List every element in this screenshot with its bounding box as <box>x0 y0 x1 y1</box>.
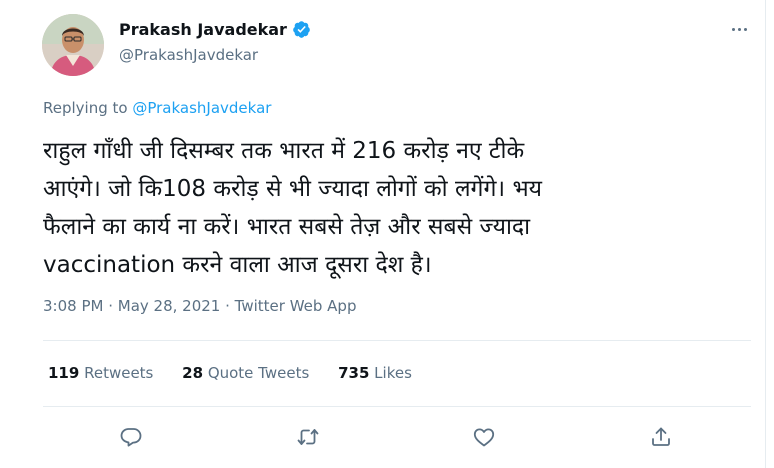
tweet-source-link[interactable]: Twitter Web App <box>235 297 357 315</box>
retweets-stat[interactable]: 119 Retweets <box>48 364 153 382</box>
replying-handle-link[interactable]: @PrakashJavdekar <box>132 99 271 117</box>
share-button[interactable] <box>644 420 678 454</box>
tweet-date-link[interactable]: May 28, 2021 <box>118 297 221 315</box>
retweet-button[interactable] <box>291 420 325 454</box>
author-name[interactable]: Prakash Javadekar <box>119 20 311 39</box>
reply-button[interactable] <box>114 420 148 454</box>
retweets-count: 119 <box>48 364 80 382</box>
tweet-meta: 3:08 PM · May 28, 2021 · Twitter Web App <box>43 297 356 315</box>
quote-tweets-stat[interactable]: 28 Quote Tweets <box>182 364 309 382</box>
quote-tweets-count: 28 <box>182 364 204 382</box>
divider <box>43 340 751 341</box>
likes-count: 735 <box>338 364 370 382</box>
tweet-text: राहुल गाँधी जी दिसम्बर तक भारत में 216 क… <box>43 132 723 284</box>
avatar-image <box>42 14 104 76</box>
likes-label: Likes <box>374 364 412 382</box>
quote-tweets-label: Quote Tweets <box>207 364 310 382</box>
tweet-line: vaccination करने वाला आज दूसरा देश है। <box>43 252 432 278</box>
retweet-icon <box>297 429 319 445</box>
avatar[interactable] <box>42 14 104 76</box>
retweets-label: Retweets <box>84 364 154 382</box>
like-button[interactable] <box>467 420 501 454</box>
more-icon[interactable] <box>728 18 750 40</box>
tweet-stats: 119 Retweets 28 Quote Tweets 735 Likes <box>48 364 436 382</box>
tweet-line: फैलाने का कार्य ना करें। भारत सबसे तेज़ … <box>43 214 531 240</box>
likes-stat[interactable]: 735 Likes <box>338 364 412 382</box>
tweet-line: राहुल गाँधी जी दिसम्बर तक भारत में 216 क… <box>43 138 525 164</box>
verified-badge-icon <box>293 21 310 38</box>
tweet-actions <box>0 420 774 454</box>
column-border <box>765 0 766 468</box>
tweet-time-link[interactable]: 3:08 PM <box>43 297 103 315</box>
replying-to: Replying to @PrakashJavdekar <box>43 99 271 117</box>
share-icon <box>652 427 670 446</box>
reply-icon <box>120 428 142 447</box>
author-name-text[interactable]: Prakash Javadekar <box>119 20 287 39</box>
divider <box>43 406 751 407</box>
like-icon <box>473 428 495 447</box>
meta-separator: · <box>220 297 235 315</box>
author-handle[interactable]: @PrakashJavdekar <box>119 46 258 64</box>
tweet-line: आएंगे। जो कि108 करोड़ से भी ज्यादा लोगों… <box>43 176 542 202</box>
meta-separator: · <box>103 297 118 315</box>
replying-prefix: Replying to <box>43 99 133 117</box>
